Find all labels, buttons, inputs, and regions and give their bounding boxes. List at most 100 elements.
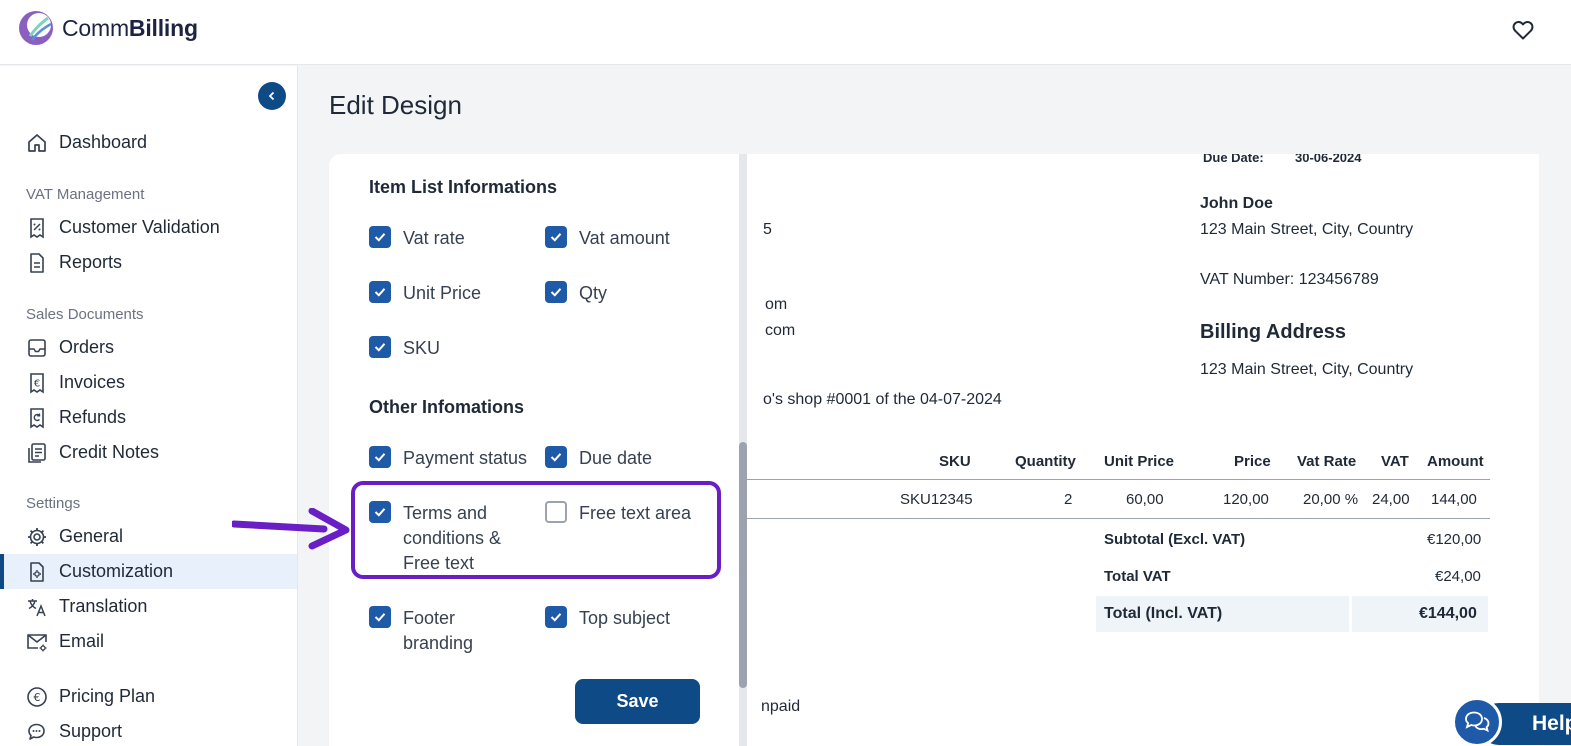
checkbox-vat-amount[interactable]: Vat amount bbox=[545, 226, 670, 251]
sidebar-item-customer-validation[interactable]: Customer Validation bbox=[0, 210, 297, 245]
table-header-vat-rate: Vat Rate bbox=[1297, 453, 1357, 470]
sidebar-item-credit-notes[interactable]: Credit Notes bbox=[0, 435, 297, 470]
preview-text-fragment: o's shop #0001 of the 04-07-2024 bbox=[763, 391, 1002, 408]
preview-text-fragment: npaid bbox=[761, 698, 801, 715]
sidebar-item-label: Orders bbox=[59, 337, 115, 357]
preview-due-date-label: Due Date: bbox=[1203, 154, 1264, 165]
check-icon bbox=[369, 446, 391, 468]
sidebar-item-label: General bbox=[59, 526, 124, 546]
checkbox-payment-status[interactable]: Payment status bbox=[369, 446, 527, 471]
sidebar-item-label: Pricing Plan bbox=[59, 686, 156, 706]
preview-text-fragment: 5 bbox=[763, 221, 772, 238]
brand-name: CommBilling bbox=[62, 14, 198, 41]
checkbox-top-subject[interactable]: Top subject bbox=[545, 606, 670, 631]
check-icon bbox=[545, 446, 567, 468]
logo-mark-icon bbox=[19, 11, 53, 45]
help-label: Help bbox=[1532, 712, 1571, 735]
preview-text-fragment: om bbox=[765, 296, 788, 313]
highlight-annotation bbox=[351, 481, 721, 579]
invoice-preview: Due Date: 30-06-2024 John Doe 123 Main S… bbox=[747, 154, 1539, 746]
sidebar-item-label: Translation bbox=[59, 596, 148, 616]
sidebar-item-dashboard[interactable]: Dashboard bbox=[0, 125, 297, 160]
preview-due-date-value: 30-06-2024 bbox=[1295, 154, 1362, 165]
checkbox-label: Due date bbox=[579, 448, 653, 468]
table-header-divider bbox=[747, 479, 1490, 480]
sidebar-item-orders[interactable]: Orders bbox=[0, 330, 297, 365]
sidebar-item-refunds[interactable]: Refunds bbox=[0, 400, 297, 435]
preview-customer-address: 123 Main Street, City, Country bbox=[1200, 221, 1414, 238]
preview-text-fragment: com bbox=[765, 322, 796, 339]
chat-icon bbox=[26, 721, 48, 743]
notes-icon bbox=[26, 442, 48, 464]
sidebar-item-label: Email bbox=[59, 631, 105, 651]
checkbox-label: Vat amount bbox=[579, 228, 670, 248]
panel-scrollbar[interactable] bbox=[739, 154, 747, 746]
section-label-vat: VAT Management bbox=[26, 186, 145, 203]
sidebar-item-reports[interactable]: Reports bbox=[0, 245, 297, 280]
preview-billing-address: 123 Main Street, City, Country bbox=[1200, 361, 1414, 378]
sidebar-item-label: Customer Validation bbox=[59, 217, 220, 237]
arrow-annotation-icon bbox=[232, 508, 350, 550]
check-icon bbox=[545, 226, 567, 248]
checkbox-label: Unit Price bbox=[403, 283, 482, 303]
total-label: Total (Incl. VAT) bbox=[1104, 605, 1223, 622]
sidebar-item-label: Dashboard bbox=[59, 132, 148, 152]
table-cell-vat-rate: 20,00 % bbox=[1303, 491, 1359, 508]
checkbox-label: Vat rate bbox=[403, 228, 465, 248]
collapse-sidebar-button[interactable] bbox=[258, 82, 286, 110]
table-cell-sku: SKU12345 bbox=[900, 491, 973, 508]
checkbox-label: Qty bbox=[579, 283, 608, 303]
sidebar: Dashboard VAT Management Customer Valida… bbox=[0, 66, 298, 746]
receipt-percent-icon bbox=[26, 217, 48, 239]
checkbox-label: Footer branding bbox=[403, 608, 474, 653]
check-icon bbox=[545, 281, 567, 303]
table-cell-unit-price: 60,00 bbox=[1126, 491, 1164, 508]
checkbox-footer-branding[interactable]: Footer branding bbox=[369, 606, 473, 656]
subtotal-label: Subtotal (Excl. VAT) bbox=[1104, 531, 1246, 548]
document-icon bbox=[26, 252, 48, 274]
sidebar-item-label: Refunds bbox=[59, 407, 127, 427]
table-cell-quantity: 2 bbox=[1064, 491, 1073, 508]
checkbox-qty[interactable]: Qty bbox=[545, 281, 607, 306]
table-header-price: Price bbox=[1234, 453, 1271, 470]
total-vat-value: €24,00 bbox=[1435, 568, 1481, 585]
check-icon bbox=[369, 606, 391, 628]
sidebar-item-email[interactable]: Email bbox=[0, 624, 297, 659]
total-vat-label: Total VAT bbox=[1104, 568, 1171, 585]
scrollbar-thumb[interactable] bbox=[739, 442, 747, 688]
total-value: €144,00 bbox=[1419, 605, 1477, 622]
sidebar-item-pricing-plan[interactable]: € Pricing Plan bbox=[0, 679, 297, 714]
sidebar-item-invoices[interactable]: € Invoices bbox=[0, 365, 297, 400]
table-header-quantity: Quantity bbox=[1015, 453, 1076, 470]
help-button[interactable]: Help bbox=[1452, 697, 1571, 746]
brand-logo[interactable]: CommBilling bbox=[18, 10, 198, 46]
sidebar-item-support[interactable]: Support bbox=[0, 714, 297, 746]
inbox-icon bbox=[26, 337, 48, 359]
table-row-divider bbox=[747, 518, 1490, 519]
mail-settings-icon bbox=[26, 631, 48, 653]
checkbox-label: Payment status bbox=[403, 448, 528, 468]
section-label-sales: Sales Documents bbox=[26, 306, 144, 323]
checkbox-due-date[interactable]: Due date bbox=[545, 446, 652, 471]
file-settings-icon bbox=[26, 561, 48, 583]
save-button[interactable]: Save bbox=[575, 679, 700, 724]
chat-bubbles-icon bbox=[1452, 697, 1502, 746]
check-icon bbox=[369, 281, 391, 303]
preview-vat-number: VAT Number: 123456789 bbox=[1200, 271, 1379, 288]
heart-icon[interactable] bbox=[1511, 18, 1535, 42]
checkbox-unit-price[interactable]: Unit Price bbox=[369, 281, 481, 306]
sidebar-item-customization[interactable]: Customization bbox=[0, 554, 297, 589]
sidebar-item-translation[interactable]: Translation bbox=[0, 589, 297, 624]
checkbox-vat-rate[interactable]: Vat rate bbox=[369, 226, 465, 251]
item-list-heading: Item List Informations bbox=[369, 177, 558, 197]
checkbox-sku[interactable]: SKU bbox=[369, 336, 440, 361]
check-icon bbox=[369, 336, 391, 358]
home-icon bbox=[26, 132, 48, 154]
sidebar-item-label: Support bbox=[59, 721, 123, 741]
checkbox-label: Top subject bbox=[579, 608, 671, 628]
svg-text:€: € bbox=[34, 691, 41, 704]
table-header-sku: SKU bbox=[939, 453, 971, 470]
preview-customer-name: John Doe bbox=[1200, 195, 1273, 212]
table-cell-vat: 24,00 bbox=[1372, 491, 1410, 508]
gear-icon bbox=[26, 526, 48, 548]
